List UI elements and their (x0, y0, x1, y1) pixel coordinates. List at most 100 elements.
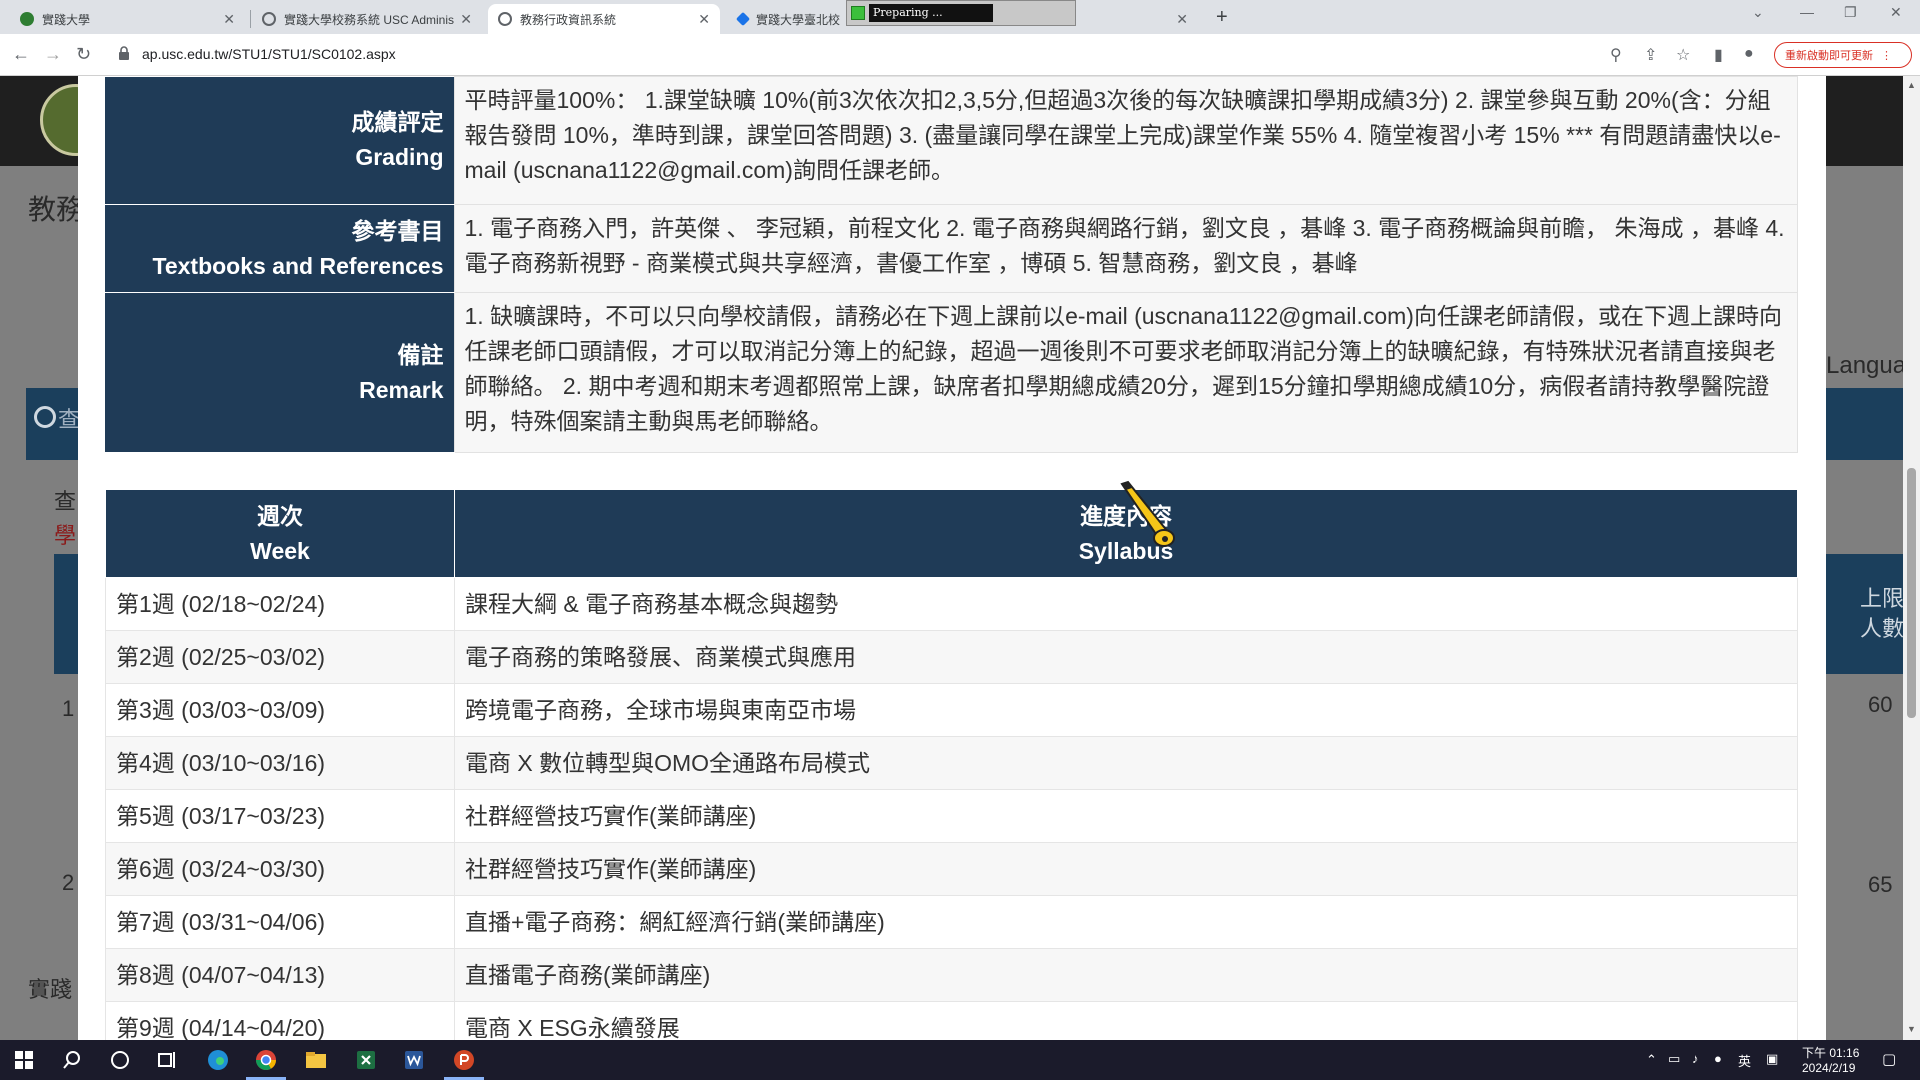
syllabus-cell: 跨境電子商務，全球市場與東南亞市場 (454, 683, 1798, 737)
lock-icon[interactable] (118, 46, 130, 60)
excel-icon[interactable] (354, 1048, 378, 1072)
address-bar-url[interactable]: ap.usc.edu.tw/STU1/STU1/SC0102.aspx (142, 46, 396, 62)
zoom-icon[interactable]: ⚲ (1610, 45, 1622, 65)
back-arrow-icon[interactable]: ← (12, 44, 30, 65)
ime-indicator[interactable]: 英 (1738, 1051, 1751, 1070)
syllabus-cell: 電子商務的策略發展、商業模式與應用 (454, 630, 1798, 684)
close-window-icon[interactable]: ✕ (1890, 4, 1902, 21)
table-row: 第1週 (02/18~02/24) 課程大綱 & 電子商務基本概念與趨勢 (105, 577, 1798, 631)
table-row: 第6週 (03/24~03/30) 社群經營技巧實作(業師講座) (105, 842, 1798, 896)
tab-shih-chien[interactable]: 實踐大學 ✕ (10, 4, 245, 34)
remark-row: 備註 Remark 1. 缺曠課時，不可以只向學校請假，請務必在下週上課前以e-… (105, 292, 1798, 453)
references-value: 1. 電子商務入門，許英傑 、 李冠穎，前程文化 2. 電子商務與網路行銷，劉文… (453, 204, 1798, 293)
grading-value: 平時評量100%： 1.課堂缺曠 10%(前3次依次扣2,3,5分,但超過3次後… (453, 76, 1798, 205)
feather-icon (735, 11, 751, 27)
search-icon (34, 406, 56, 428)
restore-icon[interactable]: ❐ (1844, 4, 1857, 21)
tab-separator (250, 10, 251, 28)
profile-avatar-icon[interactable]: ● (1744, 45, 1754, 63)
more-menu-icon[interactable]: ⋮ (1881, 49, 1892, 62)
clock-time[interactable]: 下午 01:16 (1802, 1044, 1859, 1061)
globe-icon (262, 12, 276, 26)
background-row-number: 2 (62, 870, 75, 895)
grading-label-zh: 成績評定 (351, 109, 444, 136)
edge-browser-icon[interactable] (206, 1048, 230, 1072)
week-header-en: Week (250, 537, 310, 564)
week-cell: 第4週 (03/10~03/16) (105, 736, 455, 790)
clock-date[interactable]: 2024/2/19 (1802, 1061, 1855, 1075)
side-panel-icon[interactable]: ▮ (1714, 45, 1723, 65)
grading-label-en: Grading (355, 144, 444, 171)
network-icon[interactable]: ▭ (1668, 1051, 1680, 1067)
week-cell: 第6週 (03/24~03/30) (105, 842, 455, 896)
powerpoint-icon[interactable] (452, 1048, 476, 1072)
close-icon[interactable]: ✕ (223, 11, 235, 28)
word-icon[interactable] (402, 1048, 426, 1072)
page-scrollbar[interactable]: ▲ ▼ (1903, 76, 1920, 1040)
week-cell: 第8週 (04/07~04/13) (105, 948, 455, 1002)
microphone-icon[interactable]: ● (1714, 1051, 1722, 1066)
scroll-up-arrow-icon[interactable]: ▲ (1907, 80, 1916, 90)
syllabus-cell: 社群經營技巧實作(業師講座) (454, 842, 1798, 896)
week-header-zh: 週次 (257, 502, 303, 529)
file-explorer-icon[interactable] (304, 1048, 328, 1072)
background-capacity-header: 上限 人數 (1860, 586, 1905, 641)
minimize-icon[interactable]: — (1800, 4, 1814, 20)
remark-value: 1. 缺曠課時，不可以只向學校請假，請務必在下週上課前以e-mail (uscn… (453, 292, 1798, 453)
search-icon[interactable] (60, 1048, 84, 1072)
week-cell: 第5週 (03/17~03/23) (105, 789, 455, 843)
course-detail-modal[interactable]: 成績評定 Grading 平時評量100%： 1.課堂缺曠 10%(前3次依次扣… (78, 76, 1826, 1040)
input-method-icon[interactable]: ▣ (1766, 1051, 1778, 1067)
scroll-down-arrow-icon[interactable]: ▼ (1907, 1024, 1916, 1034)
cortana-icon[interactable] (108, 1048, 132, 1072)
forward-arrow-icon[interactable]: → (44, 44, 62, 65)
table-row: 第8週 (04/07~04/13) 直播電子商務(業師講座) (105, 948, 1798, 1002)
reload-icon[interactable]: ↻ (76, 44, 91, 65)
volume-icon[interactable]: ♪ (1692, 1051, 1699, 1066)
chrome-browser-icon[interactable] (254, 1048, 278, 1072)
windows-start-icon[interactable] (12, 1048, 36, 1072)
preparing-popup: Preparing ... (846, 0, 1076, 26)
tab-label: 教務行政資訊系統 (520, 12, 617, 27)
tab-label: 實踐大學校務系統 USC Adminis (284, 12, 455, 27)
week-cell: 第2週 (02/25~03/02) (105, 630, 455, 684)
close-icon[interactable]: ✕ (698, 11, 710, 28)
remark-label-en: Remark (359, 376, 444, 403)
syllabus-header-row: 週次 Week 進度內容 Syllabus (105, 489, 1798, 578)
course-info-table: 成績評定 Grading 平時評量100%： 1.課堂缺曠 10%(前3次依次扣… (105, 76, 1798, 453)
syllabus-cell: 電商 X ESG永續發展 (454, 1001, 1798, 1040)
new-tab-button[interactable]: + (1216, 6, 1228, 29)
task-view-icon[interactable] (156, 1048, 180, 1072)
share-icon[interactable]: ⇪ (1644, 45, 1657, 65)
tab-academic-system[interactable]: 教務行政資訊系統 ✕ (488, 4, 720, 34)
pencil-cursor-icon (1120, 480, 1175, 547)
tab-usc-admin[interactable]: 實踐大學校務系統 USC Adminis ✕ (252, 4, 482, 34)
week-cell: 第9週 (04/14~04/20) (105, 1001, 455, 1040)
syllabus-cell: 電商 X 數位轉型與OMO全通路布局模式 (454, 736, 1798, 790)
update-button[interactable]: 重新啟動即可更新 ⋮ (1774, 42, 1912, 68)
scrollbar-thumb[interactable] (1907, 468, 1916, 718)
background-right-bar (1826, 388, 1906, 460)
background-language-label: Langua (1826, 352, 1907, 379)
week-cell: 第3週 (03/03~03/09) (105, 683, 455, 737)
references-row: 參考書目 Textbooks and References 1. 電子商務入門，… (105, 204, 1798, 293)
background-title: 教務 (28, 194, 85, 225)
table-row: 第5週 (03/17~03/23) 社群經營技巧實作(業師講座) (105, 789, 1798, 843)
preparing-label: Preparing ... (869, 4, 993, 22)
university-favicon-icon (20, 12, 34, 26)
tab-search-chevron-icon[interactable]: ⌄ (1752, 4, 1764, 21)
close-icon[interactable]: ✕ (1176, 11, 1188, 28)
syllabus-cell: 直播+電子商務：網紅經濟行銷(業師講座) (454, 895, 1798, 949)
bookmark-star-icon[interactable]: ☆ (1676, 45, 1690, 65)
references-label-en: Textbooks and References (152, 252, 444, 279)
close-icon[interactable]: ✕ (460, 11, 472, 28)
tray-chevron-icon[interactable]: ⌃ (1646, 1052, 1657, 1068)
week-column-header: 週次 Week (105, 489, 455, 578)
syllabus-cell: 課程大綱 & 電子商務基本概念與趨勢 (454, 577, 1798, 631)
windows-taskbar: ⌃ ▭ ♪ ● 英 ▣ 下午 01:16 2024/2/19 ▢ (0, 1040, 1920, 1080)
grading-row: 成績評定 Grading 平時評量100%： 1.課堂缺曠 10%(前3次依次扣… (105, 76, 1798, 205)
background-link-1: 查 (54, 489, 77, 514)
notification-center-icon[interactable]: ▢ (1882, 1050, 1896, 1068)
background-capacity-value: 65 (1868, 872, 1893, 897)
grading-label: 成績評定 Grading (105, 76, 454, 205)
